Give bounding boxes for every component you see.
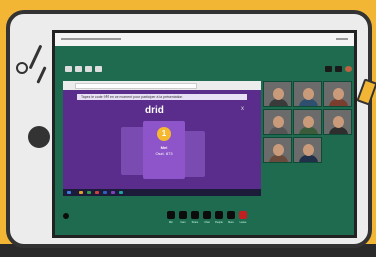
control-label: More xyxy=(228,221,234,224)
participant-tile[interactable] xyxy=(263,137,292,163)
glare-mark xyxy=(36,66,47,84)
winner-name: Mel xyxy=(160,145,168,150)
settings-icon[interactable] xyxy=(325,66,332,72)
folder-icon[interactable] xyxy=(79,191,83,194)
chat-icon[interactable] xyxy=(203,211,211,219)
app-icon[interactable] xyxy=(87,191,91,194)
window-controls[interactable] xyxy=(336,38,348,40)
join-notice: Tapez le code 9Ｍ en ce moment pour parti… xyxy=(77,94,247,100)
app-icon[interactable] xyxy=(111,191,115,194)
people-icon[interactable] xyxy=(215,211,223,219)
participant-tile[interactable] xyxy=(323,109,352,135)
participant-tile[interactable] xyxy=(293,81,322,107)
participant-tile[interactable] xyxy=(293,109,322,135)
browser-bar xyxy=(55,33,354,46)
close-icon[interactable]: x xyxy=(241,106,244,112)
grid-icon[interactable] xyxy=(65,66,72,72)
meeting-screen: Tapez le code 9Ｍ en ce moment pour parti… xyxy=(52,30,357,238)
presentation-url-bar[interactable] xyxy=(75,83,197,89)
people-icon[interactable] xyxy=(95,66,102,72)
avatar[interactable] xyxy=(345,66,352,72)
participant-face xyxy=(303,144,314,156)
app-icon[interactable] xyxy=(95,191,99,194)
app-icon[interactable] xyxy=(103,191,107,194)
winner-score: Oszt. 873 xyxy=(155,151,173,156)
meeting-info-icon[interactable] xyxy=(63,213,69,219)
participant-grid xyxy=(263,81,353,196)
participant-tile[interactable] xyxy=(293,137,322,163)
participant-body xyxy=(299,155,318,162)
participant-body xyxy=(269,99,288,106)
participant-tile[interactable] xyxy=(323,81,352,107)
more-icon[interactable] xyxy=(227,211,235,219)
participant-face xyxy=(333,116,344,128)
camera-icon[interactable] xyxy=(179,211,187,219)
participant-body xyxy=(329,99,348,106)
taskbar xyxy=(63,189,261,196)
mic-icon[interactable] xyxy=(167,211,175,219)
start-icon[interactable] xyxy=(67,191,71,194)
control-label: Mic xyxy=(169,221,173,224)
control-label: Share xyxy=(191,221,199,224)
participant-face xyxy=(303,116,314,128)
participant-face xyxy=(333,88,344,100)
participant-tile[interactable] xyxy=(263,81,292,107)
home-button[interactable] xyxy=(28,126,50,148)
participant-tile[interactable] xyxy=(263,109,292,135)
share-icon[interactable] xyxy=(191,211,199,219)
app-icon[interactable] xyxy=(119,191,123,194)
camera-icon xyxy=(16,62,28,74)
participant-face xyxy=(273,144,284,156)
presentation-browser-bar xyxy=(63,81,261,90)
participant-body xyxy=(299,127,318,134)
participant-body xyxy=(329,127,348,134)
score-card-winner: 1 Mel Oszt. 873 xyxy=(143,121,185,179)
presentation-logo: drid xyxy=(145,105,164,116)
participant-body xyxy=(299,99,318,106)
address-bar[interactable] xyxy=(61,38,121,40)
rank-badge: 1 xyxy=(157,127,171,141)
participant-face xyxy=(273,88,284,100)
leave-icon[interactable] xyxy=(239,211,247,219)
glare-mark xyxy=(28,44,43,70)
shared-presentation: Tapez le code 9Ｍ en ce moment pour parti… xyxy=(63,81,261,196)
fullscreen-icon[interactable] xyxy=(335,66,342,72)
control-label: People xyxy=(215,221,223,224)
control-label: Chat xyxy=(204,221,210,224)
participant-face xyxy=(303,88,314,100)
control-label: Leave xyxy=(239,221,247,224)
participant-body xyxy=(269,127,288,134)
layout-icon[interactable] xyxy=(75,66,82,72)
participant-face xyxy=(273,116,284,128)
participant-body xyxy=(269,155,288,162)
control-label: Cam xyxy=(180,221,186,224)
info-icon[interactable] xyxy=(85,66,92,72)
